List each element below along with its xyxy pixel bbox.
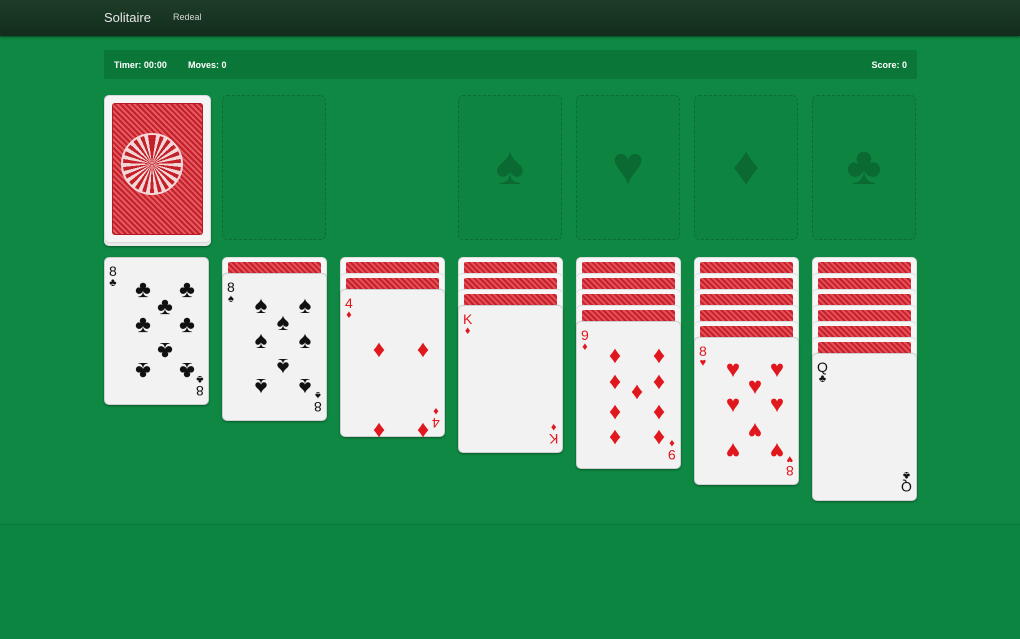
diamond-icon: ♦	[732, 136, 760, 196]
card-rank: 8	[109, 263, 117, 279]
card-index: Q ♣	[901, 469, 912, 495]
card-pip-icon: ♠	[298, 292, 312, 319]
card-index: 9 ♦	[581, 328, 589, 353]
tableau-card[interactable]: 4 ♦ 4 ♦ ♦ ♦ ♦ ♦	[340, 289, 445, 444]
foundation-diamonds[interactable]: ♦	[694, 95, 798, 240]
card-suit-icon: ♠	[227, 293, 234, 305]
card-rank: 8	[786, 463, 794, 479]
score-display: Score: 0	[871, 60, 907, 70]
card-pip-icon: ♣	[157, 337, 173, 364]
waste-pile[interactable]	[222, 95, 326, 240]
card-rank: Q	[901, 479, 912, 495]
tableau-card[interactable]: 8 ♥ 8 ♥ ♥ ♥ ♥ ♥ ♥ ♥ ♥ ♥	[694, 337, 799, 485]
card-pip-icon: ♠	[276, 309, 290, 336]
card-suit-icon: ♥	[699, 357, 707, 369]
card-pip-icon: ♦	[372, 417, 386, 444]
card-pip-icon: ♦	[608, 342, 622, 369]
card-pip-icon: ♠	[254, 327, 268, 354]
tableau-card[interactable]: Q ♣ Q ♣	[812, 353, 917, 501]
card-pip-icon: ♠	[254, 373, 268, 400]
card-pip-icon: ♦	[608, 424, 622, 451]
card-index: K ♦	[548, 421, 558, 447]
card-rank: 8	[314, 399, 322, 415]
card-pip-icon: ♥	[747, 373, 763, 400]
card-rank: 8	[196, 383, 204, 399]
card-pip-icon: ♦	[416, 417, 430, 444]
card-pip-icon: ♥	[725, 356, 741, 383]
tableau-card[interactable]: 8 ♠ 8 ♠ ♠ ♠ ♠ ♠ ♠ ♠ ♠ ♠	[222, 273, 327, 421]
card-pip-icon: ♠	[298, 373, 312, 400]
foundation-spades[interactable]: ♠	[458, 95, 562, 240]
card-pip-icon: ♥	[769, 391, 785, 418]
card-index: Q ♣	[817, 360, 828, 385]
card-pip-icon: ♠	[298, 327, 312, 354]
card-pip-icon: ♦	[652, 368, 666, 395]
foundation-clubs[interactable]: ♣	[812, 95, 916, 240]
card-pip-icon: ♣	[179, 357, 195, 384]
table-footer-area	[0, 524, 1020, 639]
card-rank: Q	[817, 359, 828, 375]
card-pip-icon: ♥	[769, 437, 785, 464]
foundation-hearts[interactable]: ♥	[576, 95, 680, 240]
card-pip-icon: ♣	[135, 311, 151, 338]
card-pip-icon: ♦	[652, 424, 666, 451]
card-suit-icon: ♣	[818, 373, 827, 385]
tableau-card[interactable]: 8 ♣ 8 ♣ ♣ ♣ ♣ ♣ ♣ ♣ ♣ ♣	[104, 257, 209, 405]
card-suit-icon: ♣	[109, 277, 117, 289]
card-rank: 8	[699, 343, 707, 359]
card-index: 8 ♠	[227, 280, 235, 305]
card-rank: 9	[668, 447, 676, 463]
card-pip-icon: ♦	[608, 399, 622, 426]
card-index: K ♦	[463, 312, 472, 337]
card-pip-icon: ♣	[135, 357, 151, 384]
card-index: 4 ♦	[345, 296, 353, 321]
card-suit-icon: ♦	[582, 341, 588, 353]
card-pip-icon: ♥	[747, 417, 763, 444]
card-pip-icon: ♦	[630, 378, 644, 405]
card-pip-icon: ♦	[652, 342, 666, 369]
tableau-card[interactable]: 9 ♦ 9 ♦ ♦ ♦ ♦ ♦ ♦ ♦ ♦ ♦ ♦	[576, 321, 681, 469]
card-pip-icon: ♥	[725, 391, 741, 418]
club-icon: ♣	[846, 136, 882, 196]
card-rank: 9	[581, 327, 589, 343]
timer-display: Timer: 00:00	[114, 60, 167, 70]
card-pip-icon: ♦	[416, 336, 430, 363]
card-pip-icon: ♠	[254, 292, 268, 319]
card-back-medallion	[121, 133, 183, 195]
moves-display: Moves: 0	[188, 60, 227, 70]
heart-icon: ♥	[611, 136, 645, 196]
card-pip-icon: ♦	[652, 399, 666, 426]
card-index: 8 ♥	[699, 344, 707, 369]
app-title[interactable]: Solitaire	[104, 10, 151, 25]
card-rank: 8	[227, 279, 235, 295]
card-pip-icon: ♣	[157, 293, 173, 320]
card-index: 8 ♣	[109, 264, 117, 289]
card-pip-icon: ♥	[725, 437, 741, 464]
status-bar: Timer: 00:00 Moves: 0 Score: 0	[104, 50, 917, 79]
card-pip-icon: ♣	[135, 276, 151, 303]
card-pip-icon: ♣	[179, 276, 195, 303]
card-pip-icon: ♦	[372, 336, 386, 363]
card-suit-icon: ♦	[346, 309, 352, 321]
card-pip-icon: ♣	[179, 311, 195, 338]
stock-pile[interactable]	[104, 95, 211, 243]
card-rank: K	[548, 431, 558, 447]
redeal-link[interactable]: Redeal	[173, 12, 202, 22]
card-pip-icon: ♥	[769, 356, 785, 383]
card-pip-icon: ♠	[276, 353, 290, 380]
card-pip-icon: ♦	[608, 368, 622, 395]
card-suit-icon: ♦	[464, 325, 471, 337]
spade-icon: ♠	[495, 136, 525, 196]
card-rank: K	[463, 311, 473, 327]
card-rank: 4	[345, 295, 353, 311]
top-navbar: Solitaire Redeal	[0, 0, 1020, 36]
tableau-card[interactable]: K ♦ K ♦	[458, 305, 563, 453]
